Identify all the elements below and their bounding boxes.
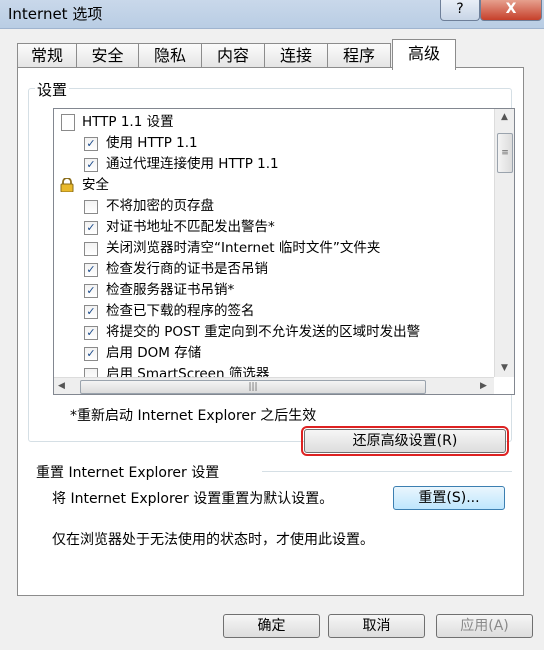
- close-button[interactable]: X: [480, 0, 542, 21]
- checkbox[interactable]: [84, 242, 98, 256]
- settings-listbox[interactable]: HTTP 1.1 设置 ✓ 使用 HTTP 1.1 ✓ 通过代理连接使用 HTT…: [53, 108, 515, 395]
- tab-privacy[interactable]: 隐私: [138, 43, 202, 68]
- checkbox[interactable]: ✓: [84, 221, 98, 235]
- list-item: HTTP 1.1 设置: [54, 112, 494, 132]
- list-item[interactable]: ✓ 通过代理连接使用 HTTP 1.1: [54, 154, 494, 174]
- scroll-right-icon[interactable]: ▶: [480, 381, 487, 391]
- scroll-thumb[interactable]: |||: [80, 380, 426, 394]
- settings-legend: 设置: [35, 79, 70, 100]
- checkbox[interactable]: ✓: [84, 137, 98, 151]
- setting-label: 启用 SmartScreen 筛选器: [106, 366, 270, 377]
- group-heading: 安全: [82, 177, 109, 193]
- help-button[interactable]: ?: [440, 0, 480, 21]
- reset-group-title: 重置 Internet Explorer 设置: [36, 465, 220, 481]
- scroll-left-icon[interactable]: ◀: [58, 381, 65, 391]
- setting-label: 不将加密的页存盘: [106, 198, 214, 214]
- scroll-thumb[interactable]: ≡: [497, 133, 513, 173]
- list-item[interactable]: ✓ 检查发行商的证书是否吊销: [54, 259, 494, 279]
- list-item[interactable]: ✓ 将提交的 POST 重定向到不允许发送的区域时发出警: [54, 322, 494, 342]
- scroll-down-icon[interactable]: ▼: [495, 363, 514, 373]
- reset-button[interactable]: 重置(S)...: [393, 486, 505, 510]
- setting-label: 检查发行商的证书是否吊销: [106, 261, 268, 277]
- list-item: 安全: [54, 175, 494, 195]
- scroll-up-icon[interactable]: ▲: [495, 112, 514, 122]
- tab-connections[interactable]: 连接: [264, 43, 328, 68]
- reset-description: 将 Internet Explorer 设置重置为默认设置。: [52, 491, 334, 507]
- list-item[interactable]: 关闭浏览器时清空“Internet 临时文件”文件夹: [54, 238, 494, 258]
- list-item[interactable]: 启用 SmartScreen 筛选器: [54, 364, 494, 377]
- checkbox[interactable]: [84, 200, 98, 214]
- reset-note: 仅在浏览器处于无法使用的状态时，才使用此设置。: [52, 532, 374, 548]
- tab-advanced[interactable]: 高级: [392, 39, 456, 70]
- group-heading: HTTP 1.1 设置: [82, 114, 174, 130]
- apply-button[interactable]: 应用(A): [436, 614, 533, 638]
- setting-label: 使用 HTTP 1.1: [106, 135, 198, 151]
- divider: [262, 471, 512, 472]
- list-item[interactable]: ✓ 启用 DOM 存储: [54, 343, 494, 363]
- tab-content[interactable]: 内容: [201, 43, 265, 68]
- setting-label: 启用 DOM 存储: [106, 345, 202, 361]
- checkbox[interactable]: ✓: [84, 347, 98, 361]
- checkbox[interactable]: ✓: [84, 158, 98, 172]
- horizontal-scrollbar[interactable]: ◀ ||| ▶: [54, 377, 494, 394]
- checkbox[interactable]: ✓: [84, 284, 98, 298]
- checkbox[interactable]: ✓: [84, 326, 98, 340]
- restart-note: *重新启动 Internet Explorer 之后生效: [70, 408, 317, 424]
- window-title: Internet 选项: [8, 5, 103, 23]
- list-item[interactable]: ✓ 检查已下载的程序的签名: [54, 301, 494, 321]
- checkbox[interactable]: ✓: [84, 305, 98, 319]
- restore-advanced-settings-button[interactable]: 还原高级设置(R): [301, 426, 509, 456]
- checkbox[interactable]: [84, 368, 98, 377]
- cancel-button[interactable]: 取消: [328, 614, 425, 638]
- vertical-scrollbar[interactable]: ▲ ≡ ▼: [494, 109, 514, 377]
- checkbox[interactable]: ✓: [84, 263, 98, 277]
- list-item[interactable]: ✓ 使用 HTTP 1.1: [54, 133, 494, 153]
- setting-label: 检查服务器证书吊销*: [106, 282, 235, 298]
- setting-label: 关闭浏览器时清空“Internet 临时文件”文件夹: [106, 240, 381, 256]
- page-icon: [61, 114, 75, 131]
- lock-icon: [60, 178, 74, 192]
- setting-label: 将提交的 POST 重定向到不允许发送的区域时发出警: [106, 324, 421, 340]
- tab-general[interactable]: 常规: [17, 43, 77, 68]
- setting-label: 检查已下载的程序的签名: [106, 303, 255, 319]
- title-bar: Internet 选项 ? X: [0, 0, 544, 29]
- setting-label: 通过代理连接使用 HTTP 1.1: [106, 156, 279, 172]
- list-item[interactable]: 不将加密的页存盘: [54, 196, 494, 216]
- setting-label: 对证书地址不匹配发出警告*: [106, 219, 275, 235]
- tab-programs[interactable]: 程序: [327, 43, 391, 68]
- ok-button[interactable]: 确定: [223, 614, 320, 638]
- list-item[interactable]: ✓ 对证书地址不匹配发出警告*: [54, 217, 494, 237]
- tab-security[interactable]: 安全: [76, 43, 139, 68]
- advanced-tab-panel: 设置 HTTP 1.1 设置 ✓ 使用 HTTP 1.1 ✓ 通过代理连接使用 …: [17, 67, 524, 596]
- list-item[interactable]: ✓ 检查服务器证书吊销*: [54, 280, 494, 300]
